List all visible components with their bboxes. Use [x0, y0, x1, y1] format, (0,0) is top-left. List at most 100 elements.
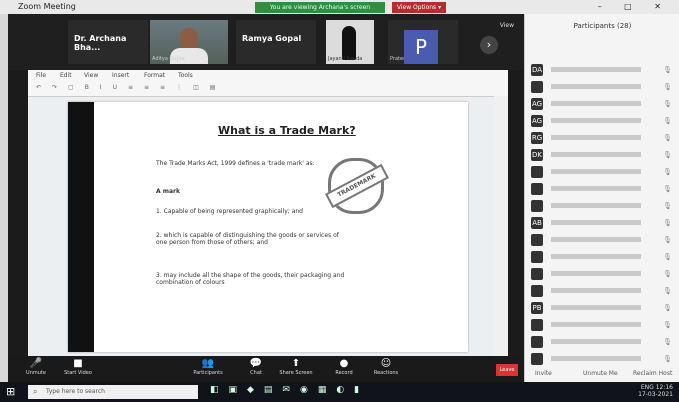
participant-avatar: AB: [531, 217, 543, 229]
start-video-button[interactable]: ■ Start Video: [58, 358, 98, 376]
video-tile-1[interactable]: Dr. Archana Bha...: [68, 20, 148, 64]
muted-mic-icon[interactable]: 🎙: [663, 151, 672, 159]
participant-row[interactable]: DK 🎙: [531, 149, 676, 163]
participant-name: [551, 305, 641, 310]
participant-row[interactable]: 🎙: [531, 319, 676, 333]
menu-insert[interactable]: Insert: [112, 72, 129, 79]
participant-name: [551, 237, 641, 242]
definition-text: The Trade Marks Act, 1999 defines a 'tra…: [156, 160, 315, 167]
participant-name: [551, 84, 641, 89]
participant-row[interactable]: 🎙: [531, 336, 676, 350]
trademark-stamp: TRADEMARK: [324, 158, 390, 214]
taskbar-search-input[interactable]: ⌕ Type here to search: [28, 385, 198, 399]
share-arrow-icon: ⬆: [291, 358, 301, 369]
shared-document-window: File Edit View Insert Format Tools ↶↷▢BI…: [28, 70, 508, 356]
windows-taskbar: ⊞ ⌕ Type here to search ◧▣◆▤✉◉▦◐▮ ENG 12…: [0, 382, 679, 402]
reclaim-host-button[interactable]: Reclaim Host: [633, 370, 672, 377]
video-strip: Dr. Archana Bha... Aditya Gupta Ramya Go…: [8, 14, 524, 70]
muted-mic-icon[interactable]: 🎙: [663, 270, 672, 278]
muted-mic-icon[interactable]: 🎙: [663, 100, 672, 108]
muted-mic-icon[interactable]: 🎙: [663, 202, 672, 210]
participant-name: [551, 288, 641, 293]
menu-file[interactable]: File: [36, 72, 46, 79]
smiley-icon: ☺: [380, 358, 392, 369]
participant-row[interactable]: RG 🎙: [531, 132, 676, 146]
record-button[interactable]: ● Record: [324, 358, 364, 376]
clock-time[interactable]: 12:16: [656, 384, 673, 391]
video-tile-3[interactable]: Ramya Gopal: [236, 20, 316, 64]
participant-row[interactable]: PB 🎙: [531, 302, 676, 316]
participant-avatar: RG: [531, 132, 543, 144]
menu-view[interactable]: View: [84, 72, 98, 79]
participant-row[interactable]: 🎙: [531, 200, 676, 214]
participant-row[interactable]: 🎙: [531, 353, 676, 367]
reactions-button[interactable]: ☺ Reactions: [366, 358, 406, 376]
unmute-me-button[interactable]: Unmute Me: [583, 370, 618, 377]
participant-row[interactable]: AG 🎙: [531, 98, 676, 112]
tile-name: Aditya Gupta: [152, 56, 185, 62]
tile-name: Dr. Archana Bha...: [74, 34, 127, 52]
windows-start-icon[interactable]: ⊞: [6, 385, 20, 399]
side-tool-rail[interactable]: [494, 96, 508, 356]
menu-format[interactable]: Format: [144, 72, 165, 79]
video-tile-4[interactable]: Jayanti Kanda: [326, 20, 374, 64]
muted-mic-icon[interactable]: 🎙: [663, 321, 672, 329]
language-indicator[interactable]: ENG: [641, 384, 654, 391]
participant-name: [551, 135, 641, 140]
video-tile-2[interactable]: Aditya Gupta: [150, 20, 228, 64]
participant-row[interactable]: 🎙: [531, 251, 676, 265]
people-icon: 👥: [201, 358, 215, 369]
participant-avatar: [531, 166, 543, 178]
menu-tools[interactable]: Tools: [178, 72, 193, 79]
muted-mic-icon[interactable]: 🎙: [663, 287, 672, 295]
participant-row[interactable]: 🎙: [531, 166, 676, 180]
muted-mic-icon[interactable]: 🎙: [663, 304, 672, 312]
muted-mic-icon[interactable]: 🎙: [663, 253, 672, 261]
view-toggle[interactable]: View: [500, 22, 514, 29]
next-page-icon[interactable]: ›: [480, 36, 498, 54]
menu-edit[interactable]: Edit: [60, 72, 72, 79]
participant-row[interactable]: AB 🎙: [531, 217, 676, 231]
muted-mic-icon[interactable]: 🎙: [663, 338, 672, 346]
muted-mic-icon[interactable]: 🎙: [663, 168, 672, 176]
window-controls[interactable]: – □ ✕: [598, 0, 671, 14]
list-item: 2. which is capable of distinguishing th…: [156, 232, 339, 246]
mark-heading: A mark: [156, 188, 180, 195]
muted-mic-icon[interactable]: 🎙: [663, 185, 672, 193]
participant-row[interactable]: 🎙: [531, 234, 676, 248]
participant-row[interactable]: 🎙: [531, 268, 676, 282]
person-head: [180, 28, 198, 50]
participant-row[interactable]: 🎙: [531, 285, 676, 299]
participant-row[interactable]: AG 🎙: [531, 115, 676, 129]
muted-mic-icon[interactable]: 🎙: [663, 355, 672, 363]
muted-mic-icon[interactable]: 🎙: [663, 134, 672, 142]
leave-button[interactable]: Leave: [496, 364, 518, 376]
window-title: Zoom Meeting: [18, 2, 76, 11]
participant-row[interactable]: 🎙: [531, 81, 676, 95]
muted-mic-icon[interactable]: 🎙: [663, 83, 672, 91]
participant-row[interactable]: 🎙: [531, 183, 676, 197]
chat-bubble-icon: 💬: [249, 358, 263, 369]
participant-name: [551, 254, 641, 259]
participant-name: [551, 220, 641, 225]
avatar: P: [404, 30, 438, 64]
participant-row[interactable]: DA 🎙: [531, 64, 676, 78]
system-tray: ENG 12:16 17-03-2021: [638, 384, 673, 398]
invite-button[interactable]: Invite: [535, 370, 552, 377]
tile-name: Ramya Gopal: [242, 34, 302, 43]
participants-button[interactable]: 👥 Participants: [188, 358, 228, 376]
share-screen-button[interactable]: ⬆ Share Screen: [276, 358, 316, 376]
muted-mic-icon[interactable]: 🎙: [663, 117, 672, 125]
stamp-label: TRADEMARK: [324, 163, 390, 209]
muted-mic-icon[interactable]: 🎙: [663, 236, 672, 244]
muted-mic-icon[interactable]: 🎙: [663, 219, 672, 227]
screen-share-banner: You are viewing Archana's screen: [255, 2, 385, 13]
participant-name: [551, 152, 641, 157]
view-options-button[interactable]: View Options ▾: [392, 2, 446, 13]
taskbar-app-icons[interactable]: ◧▣◆▤✉◉▦◐▮: [210, 385, 369, 395]
formatting-toolbar-icons[interactable]: ↶↷▢BIU≡≡≡⋮◫▤: [36, 84, 486, 91]
muted-mic-icon[interactable]: 🎙: [663, 66, 672, 74]
unmute-button[interactable]: 🎤 Unmute: [16, 358, 56, 376]
chat-button[interactable]: 💬 Chat: [236, 358, 276, 376]
participant-name: [551, 169, 641, 174]
